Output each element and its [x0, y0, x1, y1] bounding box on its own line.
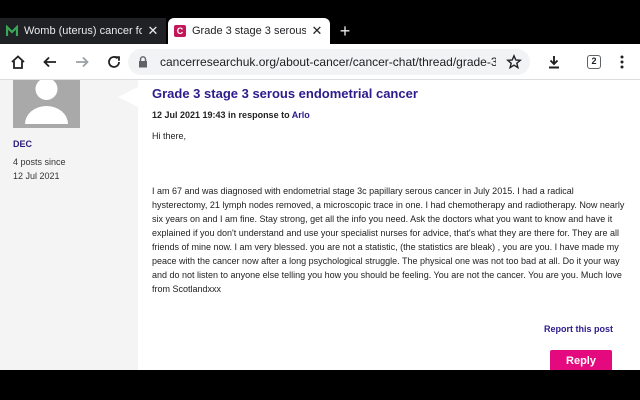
thread-title[interactable]: Grade 3 stage 3 serous endometrial cance…: [152, 86, 418, 101]
new-tab-button[interactable]: +: [336, 18, 354, 44]
post-date: 12 Jul 2021 19:43 in response to: [152, 110, 290, 120]
browser-toolbar: cancerresearchuk.org/about-cancer/cancer…: [0, 44, 640, 80]
c-icon: C: [174, 25, 186, 37]
forward-arrow-icon[interactable]: [72, 52, 92, 72]
m-icon: [6, 25, 18, 37]
reply-to-link[interactable]: Arlo: [292, 110, 310, 120]
author-post-count: 4 posts since 12 Jul 2021: [13, 155, 123, 183]
reload-icon[interactable]: [104, 52, 124, 72]
url-text: cancerresearchuk.org/about-cancer/cancer…: [160, 55, 496, 69]
tab-count-badge[interactable]: 2: [587, 55, 601, 69]
author-name[interactable]: DEC: [13, 139, 32, 149]
speech-pointer: [118, 86, 140, 108]
post-meta: 12 Jul 2021 19:43 in response to Arlo: [152, 110, 310, 120]
close-icon[interactable]: ✕: [146, 24, 160, 38]
download-icon[interactable]: [544, 52, 564, 72]
post-greeting: Hi there,: [152, 131, 187, 141]
tab-title: Grade 3 stage 3 serous endon: [192, 25, 306, 37]
lock-icon[interactable]: [136, 55, 150, 69]
tab-current-thread[interactable]: C Grade 3 stage 3 serous endon ✕: [168, 18, 330, 44]
home-icon[interactable]: [8, 52, 28, 72]
close-icon[interactable]: ✕: [310, 24, 324, 38]
report-post-link[interactable]: Report this post: [544, 324, 613, 334]
avatar: [13, 80, 80, 128]
bottom-bar: [0, 370, 640, 400]
post-card: Grade 3 stage 3 serous endometrial cance…: [138, 80, 640, 370]
menu-dots-icon[interactable]: [612, 52, 632, 72]
tab-title: Womb (uterus) cancer forum: [24, 25, 142, 37]
author-since-line: 12 Jul 2021: [13, 171, 60, 181]
author-posts-line: 4 posts since: [13, 157, 66, 167]
address-bar[interactable]: cancerresearchuk.org/about-cancer/cancer…: [128, 49, 530, 75]
screen: Womb (uterus) cancer forum ✕ C Grade 3 s…: [0, 0, 640, 400]
tab-womb-forum[interactable]: Womb (uterus) cancer forum ✕: [0, 18, 166, 44]
post-body: I am 67 and was diagnosed with endometri…: [152, 186, 625, 294]
tab-strip: Womb (uterus) cancer forum ✕ C Grade 3 s…: [0, 18, 640, 44]
bookmark-star-icon[interactable]: [506, 54, 522, 70]
back-arrow-icon[interactable]: [40, 52, 60, 72]
page-content: DEC 4 posts since 12 Jul 2021 Grade 3 st…: [0, 80, 640, 370]
author-panel: DEC 4 posts since 12 Jul 2021: [0, 80, 140, 370]
reply-button[interactable]: Reply: [550, 350, 612, 370]
